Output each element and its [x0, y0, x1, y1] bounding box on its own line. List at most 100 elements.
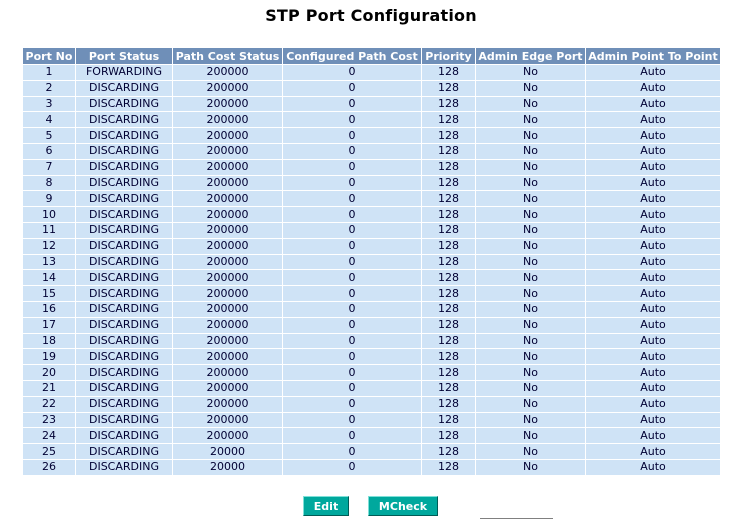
cell-priority: 128 [422, 444, 475, 459]
cell-configured-path-cost: 0 [283, 143, 421, 159]
cell-configured-path-cost: 0 [283, 128, 421, 143]
cell-port-no: 19 [23, 349, 75, 365]
cell-admin-point-to-point: Auto [586, 349, 720, 365]
table-row: 2 DISCARDING 200000 0 128 No Auto [23, 80, 720, 96]
cell-configured-path-cost: 0 [283, 159, 421, 175]
cell-configured-path-cost: 0 [283, 301, 421, 317]
cell-admin-point-to-point: Auto [586, 191, 720, 207]
cell-priority: 128 [422, 270, 475, 286]
cell-port-status: DISCARDING [76, 96, 172, 112]
cell-priority: 128 [422, 191, 475, 207]
table-body: 1 FORWARDING 200000 0 128 No Auto 2 DISCARDING 20… [23, 65, 720, 475]
cell-configured-path-cost: 0 [283, 207, 421, 222]
header-admin-point-to-point: Admin Point To Point [586, 48, 720, 64]
table-row: 6 DISCARDING 200000 0 128 No Auto [23, 143, 720, 159]
cell-configured-path-cost: 0 [283, 459, 421, 475]
cell-admin-edge-port: No [476, 159, 585, 175]
cell-admin-edge-port: No [476, 412, 585, 428]
cell-admin-point-to-point: Auto [586, 65, 720, 80]
cell-admin-edge-port: No [476, 333, 585, 349]
cell-port-no: 24 [23, 428, 75, 444]
cell-port-no: 26 [23, 459, 75, 475]
cell-configured-path-cost: 0 [283, 112, 421, 128]
cell-port-status: DISCARDING [76, 286, 172, 301]
cell-port-status: DISCARDING [76, 365, 172, 380]
cell-admin-edge-port: No [476, 191, 585, 207]
cell-admin-edge-port: No [476, 112, 585, 128]
cell-port-status: DISCARDING [76, 159, 172, 175]
cell-configured-path-cost: 0 [283, 333, 421, 349]
cell-configured-path-cost: 0 [283, 238, 421, 254]
page-title: STP Port Configuration [265, 6, 477, 25]
cell-port-no: 1 [23, 65, 75, 80]
cell-port-status: DISCARDING [76, 80, 172, 96]
header-priority: Priority [422, 48, 475, 64]
cell-port-no: 17 [23, 317, 75, 333]
cell-admin-point-to-point: Auto [586, 317, 720, 333]
cell-path-cost-status: 200000 [173, 143, 282, 159]
cell-priority: 128 [422, 286, 475, 301]
cell-admin-point-to-point: Auto [586, 380, 720, 396]
cell-configured-path-cost: 0 [283, 175, 421, 191]
cell-admin-point-to-point: Auto [586, 412, 720, 428]
cell-admin-point-to-point: Auto [586, 270, 720, 286]
cell-priority: 128 [422, 380, 475, 396]
cell-port-status: DISCARDING [76, 143, 172, 159]
header-configured-path-cost: Configured Path Cost [283, 48, 421, 64]
cell-port-status: DISCARDING [76, 459, 172, 475]
table-row: 4 DISCARDING 200000 0 128 No Auto [23, 112, 720, 128]
cell-admin-point-to-point: Auto [586, 175, 720, 191]
cell-path-cost-status: 200000 [173, 65, 282, 80]
table-row: 3 DISCARDING 200000 0 128 No Auto [23, 96, 720, 112]
cell-path-cost-status: 200000 [173, 191, 282, 207]
cell-priority: 128 [422, 365, 475, 380]
cell-configured-path-cost: 0 [283, 270, 421, 286]
cell-admin-point-to-point: Auto [586, 459, 720, 475]
cell-admin-point-to-point: Auto [586, 143, 720, 159]
cell-port-status: DISCARDING [76, 317, 172, 333]
cell-admin-edge-port: No [476, 143, 585, 159]
cell-admin-edge-port: No [476, 175, 585, 191]
cell-configured-path-cost: 0 [283, 444, 421, 459]
cell-port-no: 18 [23, 333, 75, 349]
table-row: 20 DISCARDING 200000 0 128 No Auto [23, 365, 720, 380]
table-row: 19 DISCARDING 200000 0 128 No Auto [23, 349, 720, 365]
cell-port-no: 6 [23, 143, 75, 159]
cell-port-status: DISCARDING [76, 112, 172, 128]
cell-path-cost-status: 200000 [173, 412, 282, 428]
cell-path-cost-status: 200000 [173, 286, 282, 301]
cell-admin-edge-port: No [476, 80, 585, 96]
cell-configured-path-cost: 0 [283, 65, 421, 80]
table-row: 17 DISCARDING 200000 0 128 No Auto [23, 317, 720, 333]
cell-port-status: DISCARDING [76, 207, 172, 222]
table-row: 18 DISCARDING 200000 0 128 No Auto [23, 333, 720, 349]
cell-configured-path-cost: 0 [283, 286, 421, 301]
cell-admin-edge-port: No [476, 222, 585, 238]
cell-configured-path-cost: 0 [283, 365, 421, 380]
cell-port-no: 5 [23, 128, 75, 143]
cell-path-cost-status: 200000 [173, 80, 282, 96]
cell-priority: 128 [422, 428, 475, 444]
cell-admin-point-to-point: Auto [586, 428, 720, 444]
table-row: 13 DISCARDING 200000 0 128 No Auto [23, 254, 720, 270]
cell-port-status: FORWARDING [76, 65, 172, 80]
cell-admin-edge-port: No [476, 254, 585, 270]
cell-path-cost-status: 200000 [173, 96, 282, 112]
cell-port-no: 20 [23, 365, 75, 380]
mcheck-button[interactable]: MCheck [368, 496, 438, 516]
table-row: 8 DISCARDING 200000 0 128 No Auto [23, 175, 720, 191]
cell-path-cost-status: 20000 [173, 459, 282, 475]
cell-configured-path-cost: 0 [283, 412, 421, 428]
cell-path-cost-status: 200000 [173, 112, 282, 128]
cell-port-no: 12 [23, 238, 75, 254]
cell-configured-path-cost: 0 [283, 191, 421, 207]
scrollbar-edge [480, 518, 553, 519]
cell-admin-point-to-point: Auto [586, 112, 720, 128]
table-row: 16 DISCARDING 200000 0 128 No Auto [23, 301, 720, 317]
cell-port-status: DISCARDING [76, 191, 172, 207]
edit-button[interactable]: Edit [303, 496, 349, 516]
cell-port-no: 11 [23, 222, 75, 238]
cell-admin-point-to-point: Auto [586, 80, 720, 96]
cell-configured-path-cost: 0 [283, 380, 421, 396]
cell-port-no: 23 [23, 412, 75, 428]
